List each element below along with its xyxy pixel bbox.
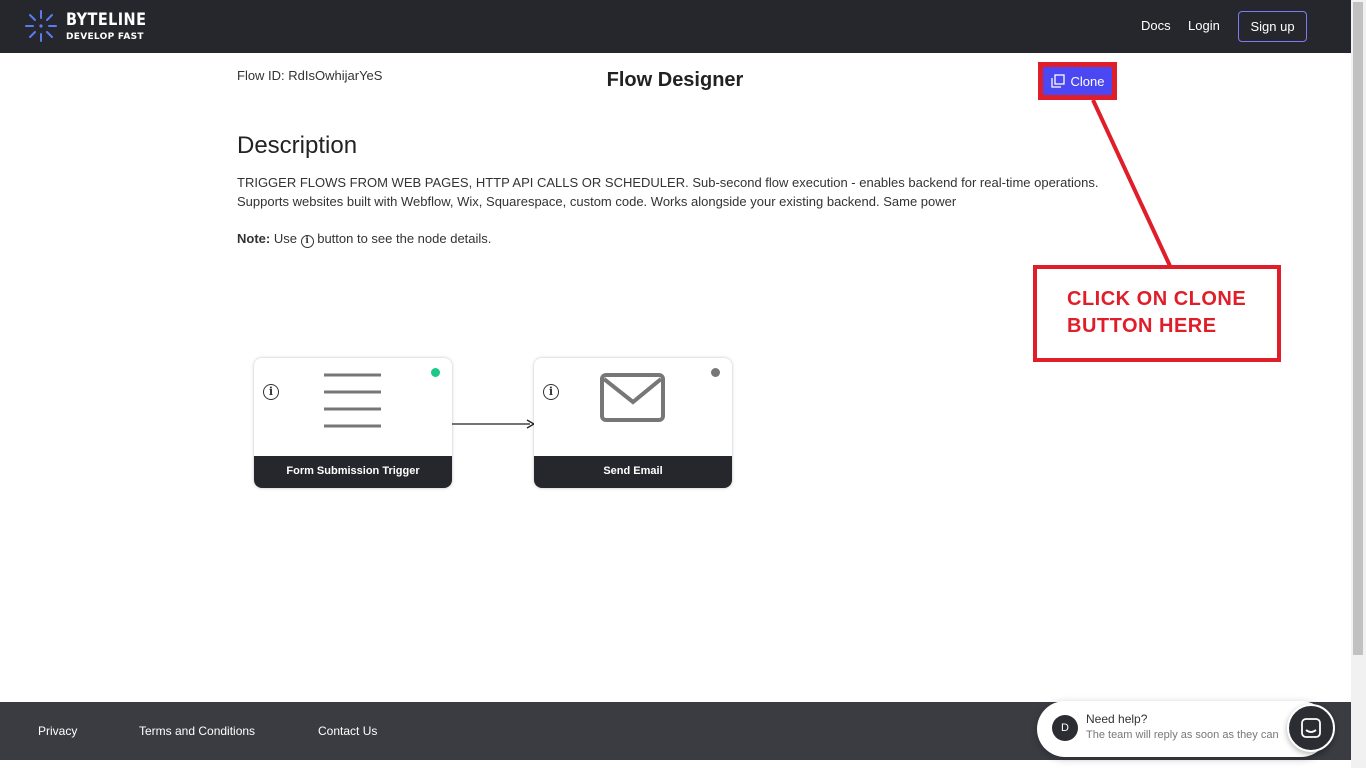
chat-launcher-button[interactable]: [1287, 704, 1335, 752]
chat-help-popup[interactable]: D Need help? The team will reply as soon…: [1037, 701, 1329, 757]
annotation-line-1: CLICK ON CLONE: [1067, 288, 1247, 310]
footer-terms-link[interactable]: Terms and Conditions: [139, 724, 255, 738]
flow-node-send-email[interactable]: i Send Email: [534, 358, 732, 488]
chat-title: Need help?: [1086, 712, 1148, 726]
node-label: Send Email: [534, 456, 732, 488]
chat-avatar: D: [1052, 715, 1078, 741]
page-scrollbar[interactable]: [1351, 0, 1366, 768]
annotation-callout: CLICK ON CLONE BUTTON HERE: [1033, 265, 1281, 362]
footer-privacy-link[interactable]: Privacy: [38, 724, 77, 738]
flow-connector-arrow: [452, 419, 536, 429]
scrollbar-thumb[interactable]: [1353, 2, 1363, 655]
node-info-icon[interactable]: i: [263, 384, 279, 400]
list-lines-icon: [324, 373, 381, 428]
node-status-dot: [431, 368, 440, 377]
flow-node-form-submission-trigger[interactable]: i Form Submission Trigger: [254, 358, 452, 488]
node-status-dot: [711, 368, 720, 377]
chat-subtitle: The team will reply as soon as they can: [1086, 729, 1279, 741]
footer-contact-link[interactable]: Contact Us: [318, 724, 377, 738]
annotation-text: CLICK ON CLONE BUTTON HERE: [1067, 286, 1246, 340]
node-label: Form Submission Trigger: [254, 456, 452, 488]
chat-bubble-icon: [1301, 718, 1321, 738]
bottom-strip: [0, 760, 1351, 768]
annotation-line-2: BUTTON HERE: [1067, 315, 1217, 337]
envelope-icon: [600, 373, 665, 422]
node-info-icon[interactable]: i: [543, 384, 559, 400]
